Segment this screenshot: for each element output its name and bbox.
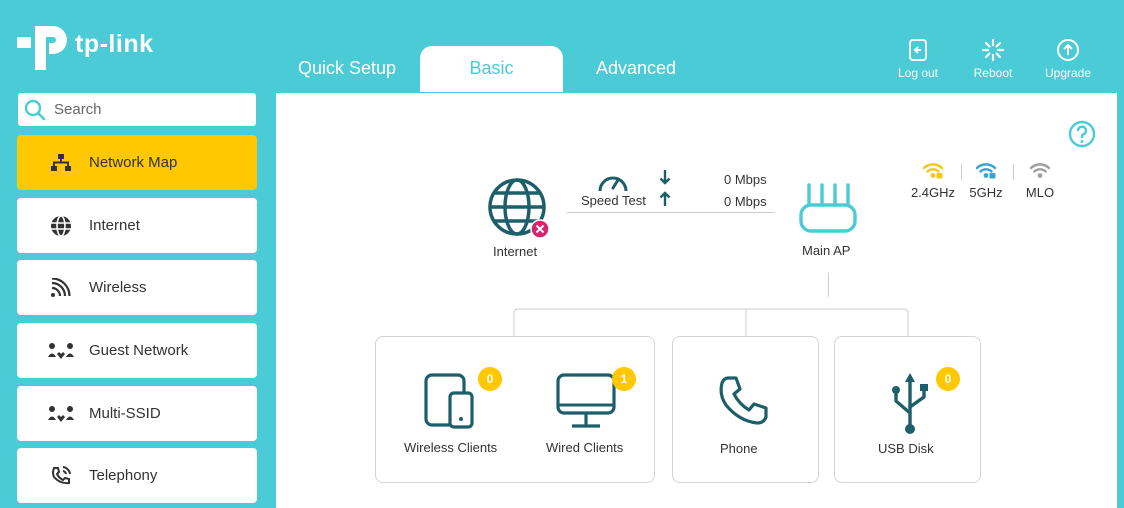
sidebar-item-internet[interactable]: Internet bbox=[17, 198, 257, 253]
sidebar-item-wireless[interactable]: Wireless bbox=[17, 260, 257, 315]
sidebar-item-multi-ssid[interactable]: Multi-SSID bbox=[17, 386, 257, 441]
monitor-icon bbox=[556, 373, 616, 428]
tab-quick-setup[interactable]: Quick Setup bbox=[280, 46, 414, 92]
internet-label: Internet bbox=[493, 244, 538, 259]
brand-name: tp-link bbox=[75, 30, 154, 58]
usb-disk-label: USB Disk bbox=[878, 441, 934, 456]
tab-advanced[interactable]: Advanced bbox=[578, 46, 694, 92]
router-icon bbox=[799, 183, 857, 233]
usb-disk-card[interactable]: 0 USB Disk bbox=[834, 336, 981, 483]
band-24ghz-label: 2.4GHz bbox=[910, 185, 956, 200]
band-separator bbox=[961, 164, 962, 180]
wired-clients-label: Wired Clients bbox=[546, 440, 624, 455]
band-mlo[interactable]: MLO bbox=[1018, 161, 1062, 200]
upgrade-icon bbox=[1057, 39, 1079, 61]
search-input[interactable] bbox=[54, 101, 244, 118]
download-arrow-icon bbox=[659, 170, 671, 185]
tp-link-logo: tp-link bbox=[17, 16, 167, 74]
globe-icon bbox=[45, 214, 77, 237]
reboot-icon bbox=[981, 38, 1005, 62]
usb-icon bbox=[892, 373, 928, 434]
logout-icon bbox=[909, 39, 927, 61]
wireless-clients-label: Wireless Clients bbox=[404, 440, 498, 455]
band-24ghz[interactable]: 2.4GHz bbox=[908, 161, 958, 200]
tp-link-logo-icon bbox=[17, 26, 67, 70]
telephony-icon bbox=[45, 465, 77, 487]
wireless-clients-count: 0 bbox=[478, 367, 502, 391]
upgrade-label: Upgrade bbox=[1044, 66, 1092, 80]
wifi-mlo-icon bbox=[1029, 163, 1051, 178]
band-mlo-label: MLO bbox=[1025, 185, 1055, 200]
sidebar-item-label: Guest Network bbox=[89, 342, 189, 359]
download-speed: 0 Mbps bbox=[724, 172, 767, 187]
internet-node[interactable]: Internet bbox=[484, 177, 550, 259]
tab-basic[interactable]: Basic bbox=[420, 46, 563, 92]
sidebar-item-label: Internet bbox=[89, 217, 140, 234]
usb-disk-count: 0 bbox=[936, 367, 960, 391]
help-icon[interactable] bbox=[1068, 120, 1096, 148]
upload-arrow-icon bbox=[659, 191, 671, 206]
error-icon bbox=[530, 219, 550, 239]
sidebar-item-label: Wireless bbox=[89, 279, 147, 296]
band-separator bbox=[1013, 164, 1014, 180]
network-map-icon bbox=[45, 153, 77, 173]
wifi-24ghz-icon bbox=[922, 163, 944, 179]
sidebar-item-label: Multi-SSID bbox=[89, 405, 161, 422]
tablet-phone-icon bbox=[424, 373, 474, 429]
main-ap-node[interactable]: Main AP bbox=[794, 183, 862, 263]
clients-card: 0 Wireless Clients 1 Wired Clients bbox=[375, 336, 655, 483]
sidebar-item-network-map[interactable]: Network Map bbox=[17, 135, 257, 190]
sidebar-item-label: Telephony bbox=[89, 467, 158, 484]
main-ap-label: Main AP bbox=[802, 243, 851, 258]
speedometer-icon[interactable] bbox=[597, 169, 629, 193]
logout-button[interactable]: Log out bbox=[886, 38, 950, 80]
network-map-panel: Internet Speed Test 0 Mbps 0 Mbps Main A… bbox=[276, 93, 1117, 508]
connector-trunk bbox=[828, 273, 829, 297]
band-5ghz-label: 5GHz bbox=[969, 185, 1003, 200]
phone-icon bbox=[719, 376, 768, 425]
speed-test-label[interactable]: Speed Test bbox=[581, 193, 646, 208]
wired-clients-count: 1 bbox=[612, 367, 636, 391]
wireless-clients-node[interactable]: 0 Wireless Clients bbox=[396, 367, 506, 463]
logout-label: Log out bbox=[897, 66, 939, 80]
upgrade-button[interactable]: Upgrade bbox=[1036, 38, 1100, 80]
upload-speed: 0 Mbps bbox=[724, 194, 767, 209]
reboot-label: Reboot bbox=[973, 66, 1013, 80]
wifi-5ghz-icon bbox=[975, 163, 997, 179]
wireless-icon bbox=[45, 277, 77, 298]
phone-card[interactable]: Phone bbox=[672, 336, 819, 483]
search-box bbox=[18, 93, 256, 126]
sidebar-item-label: Network Map bbox=[89, 154, 178, 171]
connector-tree bbox=[513, 308, 909, 337]
speed-divider bbox=[567, 212, 775, 213]
phone-label: Phone bbox=[720, 441, 758, 456]
wired-clients-node[interactable]: 1 Wired Clients bbox=[536, 367, 646, 463]
multi-ssid-icon bbox=[45, 405, 77, 423]
band-5ghz[interactable]: 5GHz bbox=[964, 161, 1008, 200]
guest-network-icon bbox=[45, 342, 77, 360]
reboot-button[interactable]: Reboot bbox=[961, 38, 1025, 80]
search-icon[interactable] bbox=[24, 99, 46, 121]
sidebar-item-guest-network[interactable]: Guest Network bbox=[17, 323, 257, 378]
sidebar-item-telephony[interactable]: Telephony bbox=[17, 448, 257, 503]
